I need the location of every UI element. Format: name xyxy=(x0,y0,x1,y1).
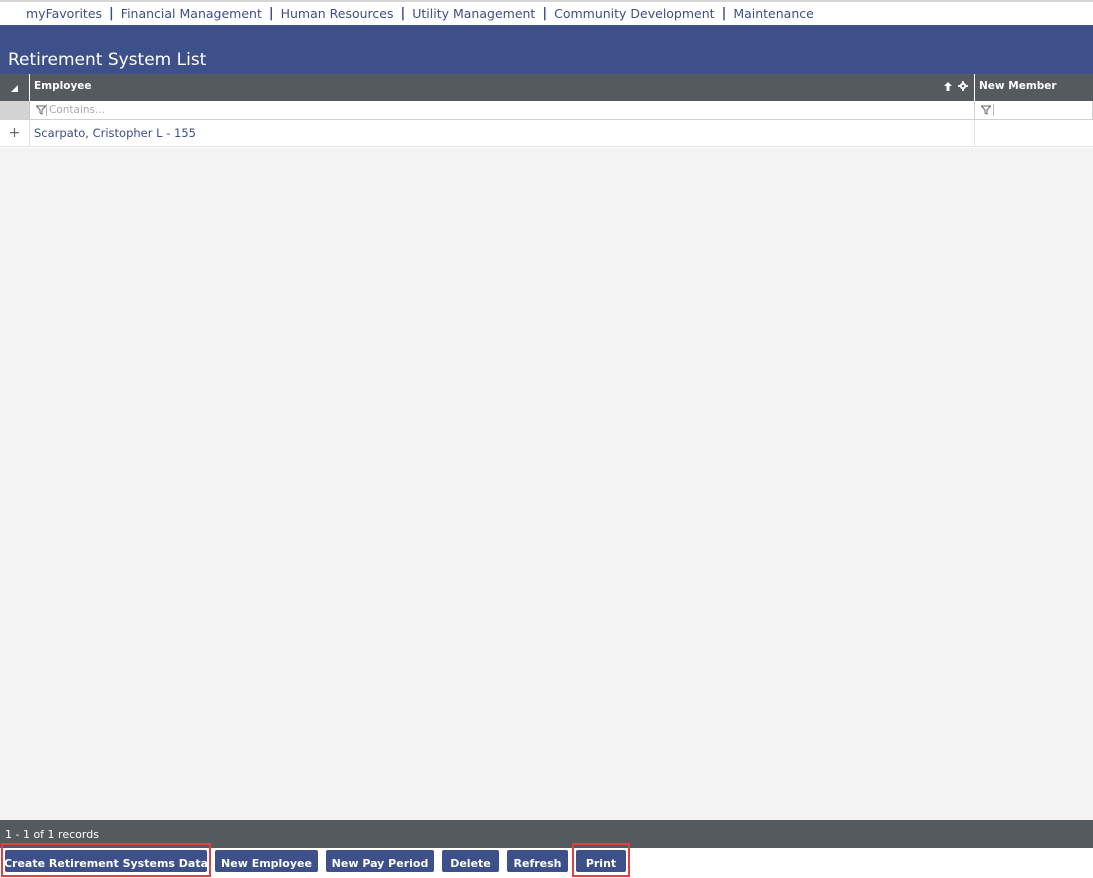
nav-link-utility-management[interactable]: Utility Management xyxy=(412,6,535,21)
collapse-all-toggle[interactable] xyxy=(0,74,30,101)
records-count-bar: 1 - 1 of 1 records xyxy=(0,820,1093,848)
triangle-icon xyxy=(11,85,18,92)
nav-link-human-resources[interactable]: Human Resources xyxy=(281,6,394,21)
column-header-employee[interactable]: Employee xyxy=(30,74,975,101)
nav-separator: | xyxy=(400,6,406,21)
create-retirement-systems-data-button[interactable]: Create Retirement Systems Data xyxy=(4,850,208,872)
nav-separator: | xyxy=(268,6,274,21)
filter-row-spacer xyxy=(0,101,30,119)
retirement-system-grid: Employee New Member Contains... + Scarpa… xyxy=(0,74,1093,147)
print-button[interactable]: Print xyxy=(576,850,626,872)
new-employee-button[interactable]: New Employee xyxy=(215,850,318,872)
new-member-cell xyxy=(975,120,1093,146)
page-title: Retirement System List xyxy=(8,50,207,70)
top-navigation: myFavorites | Financial Management | Hum… xyxy=(0,0,1093,25)
action-button-bar: Create Retirement Systems Data New Emplo… xyxy=(0,843,1093,878)
filter-cell-employee xyxy=(30,101,975,119)
column-header-label: New Member xyxy=(979,80,1057,92)
page-title-bar: Retirement System List xyxy=(0,25,1093,74)
nav-link-myfavorites[interactable]: myFavorites xyxy=(26,6,102,21)
nav-separator: | xyxy=(542,6,548,21)
gear-icon[interactable] xyxy=(958,81,968,91)
sort-ascending-icon[interactable] xyxy=(944,81,952,91)
refresh-button[interactable]: Refresh xyxy=(507,850,568,872)
employee-filter-input[interactable] xyxy=(46,104,926,116)
filter-icon[interactable] xyxy=(981,105,991,115)
column-header-label: Employee xyxy=(34,80,92,92)
employee-link[interactable]: Scarpato, Cristopher L - 155 xyxy=(34,126,196,140)
delete-button[interactable]: Delete xyxy=(442,850,499,872)
grid-empty-area xyxy=(0,148,1093,820)
new-member-filter-input[interactable] xyxy=(993,104,994,116)
records-count: 1 - 1 of 1 records xyxy=(5,827,99,841)
nav-link-community-development[interactable]: Community Development xyxy=(554,6,714,21)
expand-row-button[interactable]: + xyxy=(0,120,30,146)
grid-header-row: Employee New Member xyxy=(0,74,1093,101)
table-row: + Scarpato, Cristopher L - 155 xyxy=(0,120,1093,147)
column-header-new-member[interactable]: New Member xyxy=(975,74,1093,101)
nav-separator: | xyxy=(109,6,114,21)
nav-separator: | xyxy=(721,6,727,21)
new-pay-period-button[interactable]: New Pay Period xyxy=(326,850,434,872)
nav-link-financial-management[interactable]: Financial Management xyxy=(121,6,262,21)
filter-cell-new-member xyxy=(975,101,1093,119)
filter-icon[interactable] xyxy=(36,105,46,115)
grid-filter-row xyxy=(0,101,1093,120)
employee-cell: Scarpato, Cristopher L - 155 xyxy=(30,120,975,146)
nav-link-maintenance[interactable]: Maintenance xyxy=(733,6,814,21)
